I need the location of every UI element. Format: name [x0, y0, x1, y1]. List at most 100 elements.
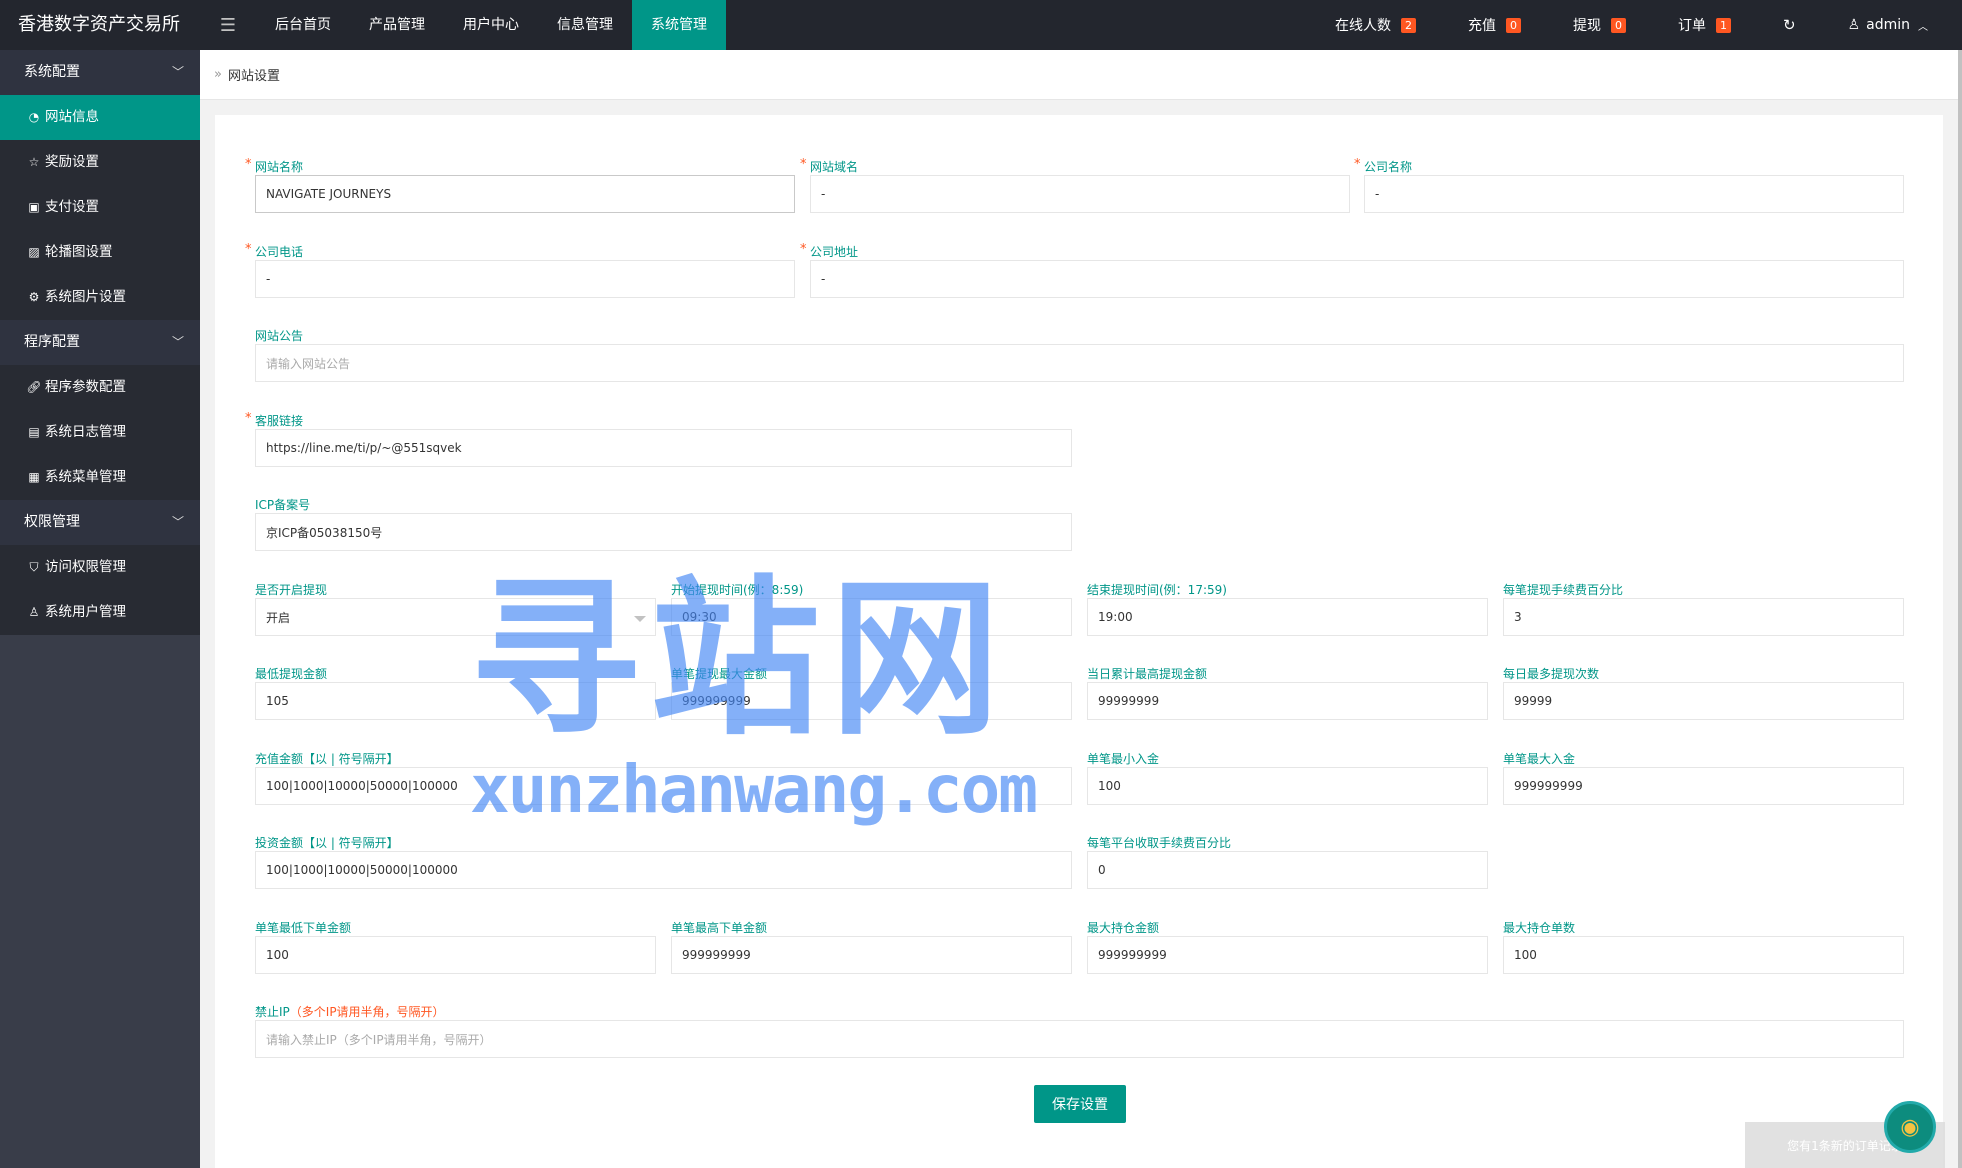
breadcrumb: » 网站设置	[200, 50, 1958, 100]
chat-float-icon[interactable]: ◉	[1884, 1101, 1936, 1153]
site-domain-input[interactable]: -	[810, 175, 1350, 213]
daily-max-withdraw-input[interactable]: 99999999	[1087, 682, 1488, 720]
company-name-input[interactable]: -	[1364, 175, 1904, 213]
sidebar-group-permissions[interactable]: 权限管理 ﹀	[0, 500, 200, 545]
sidebar-item-system-users[interactable]: ♙ 系统用户管理	[0, 590, 200, 635]
link-icon: 🔗︎	[26, 380, 42, 394]
min-withdraw-label: 最低提现金额	[255, 667, 328, 681]
sidebar-item-program-params[interactable]: 🔗︎ 程序参数配置	[0, 365, 200, 410]
max-single-withdraw-input[interactable]: 999999999	[671, 682, 1072, 720]
sidebar-item-system-logs[interactable]: ▤ 系统日志管理	[0, 410, 200, 455]
gear-icon: ⚙	[28, 290, 40, 304]
nav-dashboard[interactable]: 后台首页	[256, 0, 350, 50]
max-deposit-label: 单笔最大入金	[1503, 752, 1576, 766]
sidebar-item-system-images[interactable]: ⚙ 系统图片设置	[0, 275, 200, 320]
app-logo[interactable]: 香港数字资产交易所	[0, 0, 200, 50]
recharge-amounts-input[interactable]: 100|1000|10000|50000|100000	[255, 767, 1072, 805]
max-order-input[interactable]: 999999999	[671, 936, 1072, 974]
order-notify[interactable]: 订单 1	[1652, 0, 1757, 50]
refresh-button[interactable]: ↻	[1757, 0, 1822, 50]
invest-amounts-input[interactable]: 100|1000|10000|50000|100000	[255, 851, 1072, 889]
company-address-label: 公司地址	[810, 245, 859, 259]
field-min-order: 单笔最低下单金额 100	[255, 920, 656, 974]
sidebar-item-label: 奖励设置	[45, 154, 99, 170]
platform-fee-input[interactable]: 0	[1087, 851, 1488, 889]
sidebar-group-label: 程序配置	[24, 334, 80, 350]
daily-withdraw-times-input[interactable]: 99999	[1503, 682, 1904, 720]
max-single-withdraw-label: 单笔提现最大金额	[671, 667, 768, 681]
log-icon: ▤	[28, 425, 40, 439]
withdraw-start-input[interactable]: 09:30	[671, 598, 1072, 636]
max-hold-count-input[interactable]: 100	[1503, 936, 1904, 974]
company-phone-label: 公司电话	[255, 245, 304, 259]
menu-toggle-icon[interactable]: ☰	[200, 0, 256, 50]
user-name: admin	[1866, 17, 1910, 33]
field-min-deposit: 单笔最小入金 100	[1087, 751, 1488, 805]
sidebar-item-label: 访问权限管理	[45, 559, 126, 575]
sidebar-item-site-info[interactable]: ◔ 网站信息	[0, 95, 200, 140]
invest-amounts-label: 投资金额【以 | 符号隔开】	[255, 836, 399, 850]
sidebar-item-access-permissions[interactable]: ⛉ 访问权限管理	[0, 545, 200, 590]
chevron-down-icon: ﹀	[171, 65, 184, 79]
user-icon: ♙	[1847, 17, 1861, 33]
nav-system[interactable]: 系统管理	[632, 0, 726, 50]
sidebar-group-label: 系统配置	[24, 64, 80, 80]
sidebar-item-label: 程序参数配置	[45, 379, 126, 395]
withdraw-notify[interactable]: 提现 0	[1547, 0, 1652, 50]
field-withdraw-enabled: 是否开启提现 开启	[255, 582, 656, 636]
max-hold-count-label: 最大持仓单数	[1503, 921, 1576, 935]
site-name-label: 网站名称	[255, 160, 304, 174]
sidebar-group-program-config[interactable]: 程序配置 ﹀	[0, 320, 200, 365]
company-address-input[interactable]: -	[810, 260, 1904, 298]
min-withdraw-input[interactable]: 105	[255, 682, 656, 720]
field-company-name: * 公司名称 -	[1354, 157, 1904, 213]
field-recharge-amounts: 充值金额【以 | 符号隔开】 100|1000|10000|50000|1000…	[255, 751, 1072, 805]
chevron-up-icon: ︿	[1918, 21, 1928, 33]
star-icon: ☆	[28, 155, 40, 169]
field-withdraw-end: 结束提现时间(例：17:59) 19:00	[1087, 582, 1488, 636]
nav-users[interactable]: 用户中心	[444, 0, 538, 50]
recharge-amounts-label: 充值金额【以 | 符号隔开】	[255, 752, 399, 766]
daily-withdraw-times-label: 每日最多提现次数	[1503, 667, 1600, 681]
image-icon: ▨	[28, 245, 40, 259]
withdraw-end-input[interactable]: 19:00	[1087, 598, 1488, 636]
sidebar-item-payment[interactable]: ▣ 支付设置	[0, 185, 200, 230]
sidebar-item-label: 系统菜单管理	[45, 469, 126, 485]
user-icon: ♙	[28, 605, 40, 619]
recharge-notify[interactable]: 充值 0	[1442, 0, 1547, 50]
sidebar-item-reward[interactable]: ☆ 奖励设置	[0, 140, 200, 185]
save-settings-button[interactable]: 保存设置	[1034, 1085, 1126, 1123]
withdraw-fee-label: 每笔提现手续费百分比	[1503, 583, 1624, 597]
site-notice-input[interactable]: 请输入网站公告	[255, 344, 1904, 382]
icp-input[interactable]: 京ICP备05038150号	[255, 513, 1072, 551]
nav-info[interactable]: 信息管理	[538, 0, 632, 50]
withdraw-label: 提现	[1572, 18, 1601, 34]
dashboard-icon: ◔	[28, 110, 40, 124]
user-menu[interactable]: ♙ admin ︿	[1822, 0, 1954, 50]
sidebar-item-carousel[interactable]: ▨ 轮播图设置	[0, 230, 200, 275]
min-order-input[interactable]: 100	[255, 936, 656, 974]
field-site-domain: * 网站域名 -	[800, 157, 1350, 213]
max-hold-amount-input[interactable]: 999999999	[1087, 936, 1488, 974]
top-nav: 后台首页 产品管理 用户中心 信息管理 系统管理	[256, 0, 726, 50]
max-hold-amount-label: 最大持仓金额	[1087, 921, 1160, 935]
order-badge: 1	[1715, 17, 1731, 33]
min-deposit-input[interactable]: 100	[1087, 767, 1488, 805]
recharge-label: 充值	[1467, 18, 1496, 34]
page-scrollbar[interactable]	[1958, 50, 1962, 1168]
field-daily-withdraw-times: 每日最多提现次数 99999	[1503, 666, 1904, 720]
sidebar-group-system-config[interactable]: 系统配置 ﹀	[0, 50, 200, 95]
nav-products[interactable]: 产品管理	[350, 0, 444, 50]
online-users[interactable]: 在线人数 2	[1309, 0, 1442, 50]
withdraw-enabled-select[interactable]: 开启	[255, 598, 656, 636]
field-withdraw-start: 开始提现时间(例：8:59) 09:30	[671, 582, 1072, 636]
company-phone-input[interactable]: -	[255, 260, 795, 298]
service-link-input[interactable]: https://line.me/ti/p/~@551sqvek	[255, 429, 1072, 467]
sidebar-item-system-menu[interactable]: ▦ 系统菜单管理	[0, 455, 200, 500]
max-deposit-input[interactable]: 999999999	[1503, 767, 1904, 805]
ban-ip-input[interactable]: 请输入禁止IP（多个IP请用半角，号隔开）	[255, 1020, 1904, 1058]
field-max-hold-amount: 最大持仓金额 999999999	[1087, 920, 1488, 974]
withdraw-fee-input[interactable]: 3	[1503, 598, 1904, 636]
service-link-label: 客服链接	[255, 414, 304, 428]
site-name-input[interactable]: NAVIGATE JOURNEYS	[255, 175, 795, 213]
